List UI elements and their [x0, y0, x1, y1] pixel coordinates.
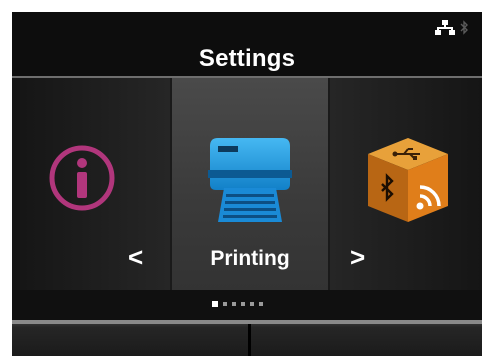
menu-item-printing[interactable]: Printing [172, 78, 328, 290]
device-screen: Settings < Printing > [12, 12, 482, 356]
page-title: Settings [198, 45, 296, 72]
status-bar [12, 12, 482, 42]
page-indicator [212, 301, 263, 308]
softkey-bar [12, 320, 482, 356]
page-dot [259, 302, 263, 306]
bluetooth-icon [460, 20, 468, 35]
page-dot [250, 302, 254, 306]
pagination-bar [12, 290, 482, 320]
interface-cube-icon [368, 138, 448, 222]
prev-arrow[interactable]: < [128, 244, 143, 270]
network-icon [435, 20, 455, 35]
printer-icon [208, 138, 292, 222]
menu-carousel: < Printing > [12, 78, 482, 290]
page-dot [223, 302, 227, 306]
menu-item-interface[interactable]: > [330, 78, 482, 290]
menu-item-label: Printing [210, 247, 290, 270]
right-softkey[interactable] [251, 324, 482, 356]
page-dot [241, 302, 245, 306]
left-softkey[interactable] [12, 324, 248, 356]
next-arrow[interactable]: > [350, 244, 365, 270]
menu-item-info[interactable]: < [12, 78, 170, 290]
page-dot [212, 301, 218, 307]
info-icon [49, 145, 115, 211]
page-dot [232, 302, 236, 306]
